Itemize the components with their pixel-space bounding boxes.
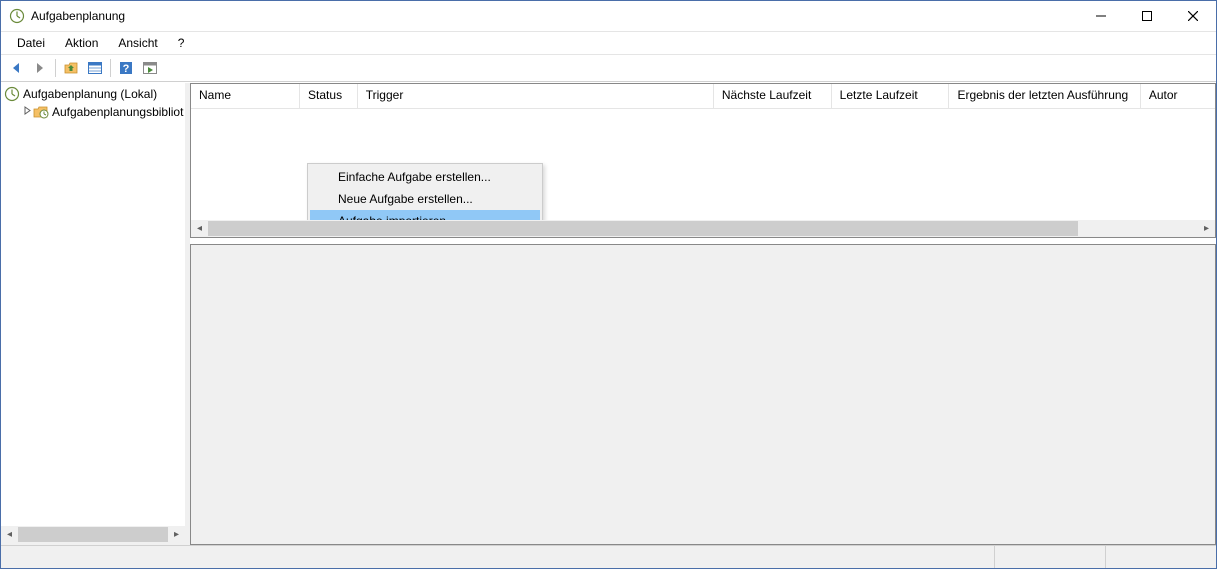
tree[interactable]: Aufgabenplanung (Lokal) Aufga bbox=[1, 83, 185, 526]
task-list-body[interactable]: Einfache Aufgabe erstellen... Neue Aufga… bbox=[191, 109, 1215, 220]
titlebar: Aufgabenplanung bbox=[1, 1, 1216, 32]
tree-horizontal-scrollbar[interactable]: ◂ ▸ bbox=[1, 526, 185, 543]
scroll-track[interactable] bbox=[1078, 220, 1198, 237]
up-button[interactable] bbox=[60, 57, 82, 79]
cm-create-basic-task[interactable]: Einfache Aufgabe erstellen... bbox=[310, 166, 540, 188]
detail-panel bbox=[190, 244, 1216, 545]
app-icon bbox=[9, 8, 25, 24]
col-last-result[interactable]: Ergebnis der letzten Ausführung bbox=[949, 84, 1140, 108]
folder-clock-icon bbox=[33, 104, 49, 120]
run-task-button[interactable] bbox=[139, 57, 161, 79]
svg-text:?: ? bbox=[123, 63, 130, 75]
status-seg-2 bbox=[994, 546, 1105, 568]
statusbar bbox=[1, 545, 1216, 568]
menu-action[interactable]: Aktion bbox=[55, 34, 108, 52]
cm-import-task[interactable]: Aufgabe importieren... bbox=[310, 210, 540, 220]
scroll-thumb[interactable] bbox=[18, 527, 168, 542]
task-list-panel: Name Status Trigger Nächste Laufzeit Let… bbox=[190, 83, 1216, 238]
col-trigger[interactable]: Trigger bbox=[358, 84, 714, 108]
app-window: Aufgabenplanung Datei Aktion Ansicht ? bbox=[0, 0, 1217, 569]
tree-panel: Aufgabenplanung (Lokal) Aufga bbox=[1, 83, 187, 545]
help-button[interactable]: ? bbox=[115, 57, 137, 79]
properties-button[interactable] bbox=[84, 57, 106, 79]
clock-icon bbox=[4, 86, 20, 102]
scroll-left-icon[interactable]: ◂ bbox=[191, 220, 208, 237]
scroll-thumb[interactable] bbox=[208, 221, 1078, 236]
window-title: Aufgabenplanung bbox=[31, 9, 1078, 23]
maximize-button[interactable] bbox=[1124, 1, 1170, 31]
content-area: Name Status Trigger Nächste Laufzeit Let… bbox=[187, 83, 1216, 545]
context-menu: Einfache Aufgabe erstellen... Neue Aufga… bbox=[307, 163, 543, 220]
tree-root[interactable]: Aufgabenplanung (Lokal) bbox=[1, 85, 185, 103]
list-horizontal-scrollbar[interactable]: ◂ ▸ bbox=[191, 220, 1215, 237]
status-seg-3 bbox=[1105, 546, 1216, 568]
menubar: Datei Aktion Ansicht ? bbox=[1, 32, 1216, 55]
scroll-right-icon[interactable]: ▸ bbox=[1198, 220, 1215, 237]
back-button[interactable] bbox=[5, 57, 27, 79]
window-controls bbox=[1078, 1, 1216, 31]
toolbar-sep bbox=[55, 59, 56, 77]
col-name[interactable]: Name bbox=[191, 84, 300, 108]
tree-library-label: Aufgabenplanungsbibliot bbox=[52, 105, 183, 119]
col-author[interactable]: Autor bbox=[1141, 84, 1215, 108]
cm-create-task[interactable]: Neue Aufgabe erstellen... bbox=[310, 188, 540, 210]
scroll-right-icon[interactable]: ▸ bbox=[168, 526, 185, 543]
minimize-button[interactable] bbox=[1078, 1, 1124, 31]
forward-button[interactable] bbox=[29, 57, 51, 79]
main-area: Aufgabenplanung (Lokal) Aufga bbox=[1, 82, 1216, 545]
col-last-run[interactable]: Letzte Laufzeit bbox=[832, 84, 950, 108]
column-headers: Name Status Trigger Nächste Laufzeit Let… bbox=[191, 84, 1215, 109]
menu-file[interactable]: Datei bbox=[7, 34, 55, 52]
toolbar-sep-2 bbox=[110, 59, 111, 77]
col-next-run[interactable]: Nächste Laufzeit bbox=[714, 84, 832, 108]
menu-help[interactable]: ? bbox=[168, 34, 195, 52]
scroll-left-icon[interactable]: ◂ bbox=[1, 526, 18, 543]
menu-view[interactable]: Ansicht bbox=[108, 34, 167, 52]
status-main bbox=[1, 546, 994, 568]
tree-root-label: Aufgabenplanung (Lokal) bbox=[23, 87, 157, 101]
toolbar: ? bbox=[1, 55, 1216, 82]
close-button[interactable] bbox=[1170, 1, 1216, 31]
expand-icon[interactable] bbox=[21, 106, 33, 118]
col-status[interactable]: Status bbox=[300, 84, 358, 108]
tree-library[interactable]: Aufgabenplanungsbibliot bbox=[1, 103, 185, 121]
